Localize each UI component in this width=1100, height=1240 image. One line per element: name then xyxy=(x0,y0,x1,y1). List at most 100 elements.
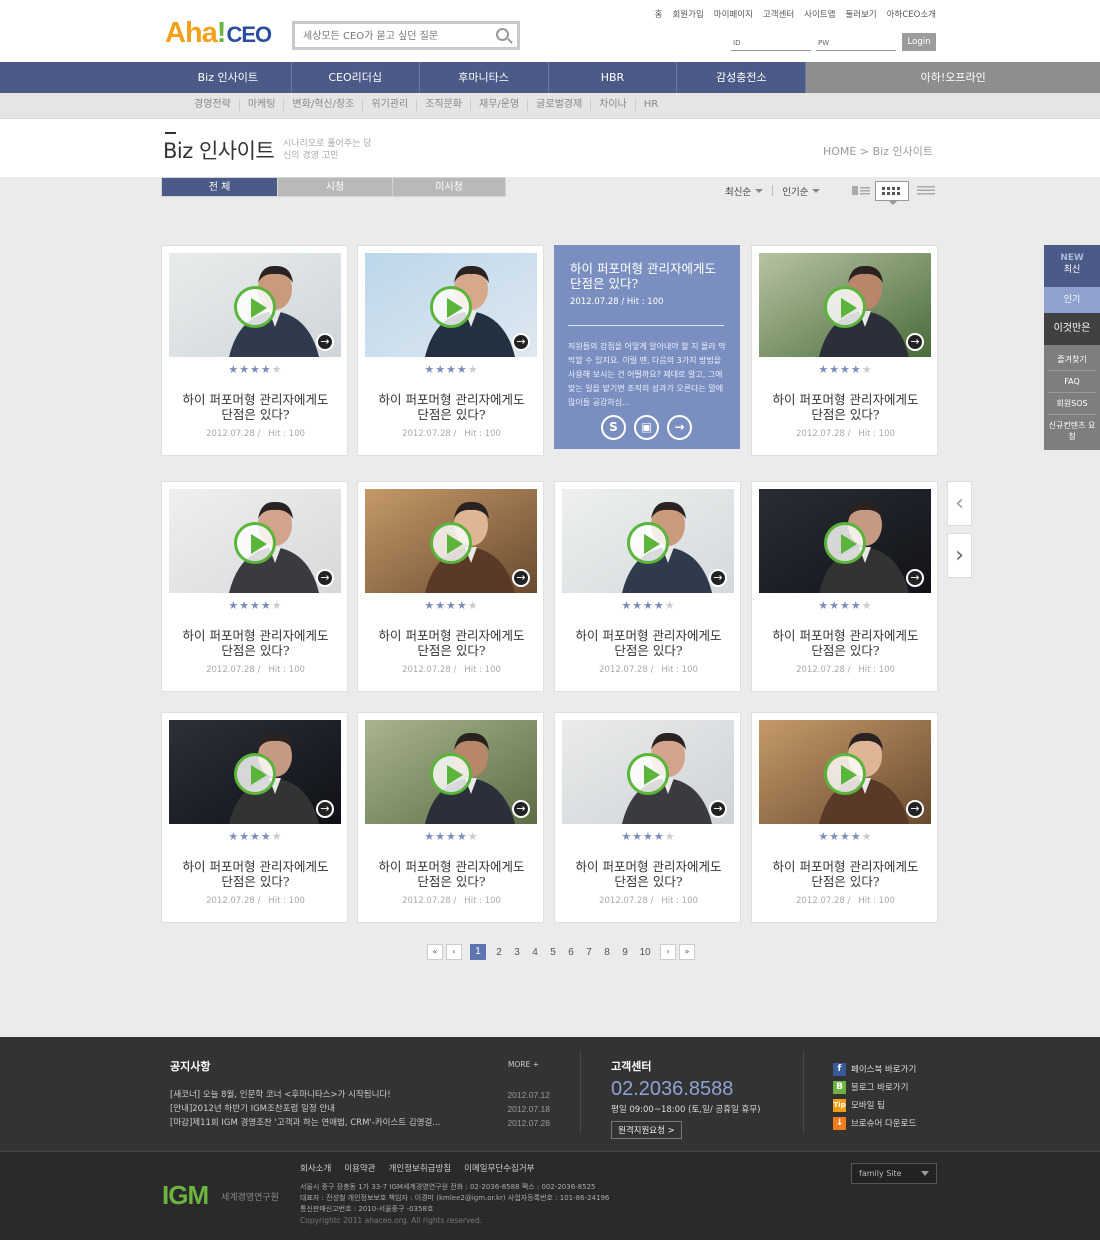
video-card[interactable]: → ★★★★★ 하이 퍼포머형 관리자에게도 단점은 있다? 2012.07.28 /… xyxy=(161,245,348,456)
play-icon[interactable] xyxy=(234,522,276,564)
video-title[interactable]: 하이 퍼포머형 관리자에게도 단점은 있다? xyxy=(752,859,939,889)
page-number[interactable]: 6 xyxy=(562,947,580,958)
quick-latest[interactable]: NEW 최신 xyxy=(1044,245,1100,287)
video-card[interactable]: → ★★★★★ 하이 퍼포머형 관리자에게도 단점은 있다? 2012.07.28 /… xyxy=(751,481,938,692)
lnb-item[interactable]: HR xyxy=(636,99,666,111)
lnb-item[interactable]: 마케팅 xyxy=(240,99,285,111)
util-link[interactable]: 사이트맵 xyxy=(804,8,835,20)
gnb-item-1[interactable]: CEO리더십 xyxy=(292,62,420,93)
video-card[interactable]: → ★★★★★ 하이 퍼포머형 관리자에게도 단점은 있다? 2012.07.28 /… xyxy=(751,712,938,923)
lnb-item[interactable]: 차이나 xyxy=(591,99,636,111)
last-page-icon[interactable]: » xyxy=(679,944,695,960)
video-card[interactable]: → ★★★★★ 하이 퍼포머형 관리자에게도 단점은 있다? 2012.07.28 /… xyxy=(161,712,348,923)
arrow-circle-icon[interactable]: → xyxy=(906,569,924,587)
video-thumbnail[interactable]: → xyxy=(759,489,931,593)
play-icon[interactable] xyxy=(627,753,669,795)
video-card[interactable]: → ★★★★★ 하이 퍼포머형 관리자에게도 단점은 있다? 2012.07.28 /… xyxy=(751,245,938,456)
family-site-select[interactable]: family Site xyxy=(851,1163,937,1184)
grid-view-icon[interactable] xyxy=(875,181,909,205)
login-button[interactable]: Login xyxy=(902,33,936,51)
video-thumbnail[interactable]: → xyxy=(169,253,341,357)
video-title[interactable]: 하이 퍼포머형 관리자에게도 단점은 있다? xyxy=(162,859,349,889)
page-number[interactable]: 4 xyxy=(526,947,544,958)
quick-sos[interactable]: 회원SOS xyxy=(1048,393,1096,415)
lnb-item[interactable]: 경영전략 xyxy=(186,99,240,111)
list-thumb-view-icon[interactable] xyxy=(849,181,873,199)
util-link[interactable]: 고객센터 xyxy=(763,8,794,20)
video-title[interactable]: 하이 퍼포머형 관리자에게도 단점은 있다? xyxy=(358,859,545,889)
notice-text[interactable]: [마감]제11회 IGM 경영조찬 '고객과 하는 연애법, CRM'-카이스트… xyxy=(170,1116,440,1130)
quick-bookmark[interactable]: 즐겨찾기 xyxy=(1048,349,1096,371)
pw-field[interactable] xyxy=(833,41,894,50)
lnb-item[interactable]: 재무/운영 xyxy=(471,99,529,111)
play-icon[interactable] xyxy=(824,753,866,795)
play-icon[interactable] xyxy=(234,753,276,795)
arrow-circle-icon[interactable]: → xyxy=(316,800,334,818)
arrow-circle-icon[interactable]: → xyxy=(512,800,530,818)
igm-logo[interactable]: IGM xyxy=(162,1180,209,1211)
notice-item[interactable]: [마감]제11회 IGM 경영조찬 '고객과 하는 연애법, CRM'-카이스트… xyxy=(170,1116,550,1130)
notice-item[interactable]: [안내]2012년 하반기 IGM조찬포럼 일정 안내 2012.07.18 xyxy=(170,1102,550,1116)
notice-more[interactable]: MORE + xyxy=(508,1060,539,1069)
list-view-icon[interactable] xyxy=(914,181,938,199)
next-page-icon[interactable]: › xyxy=(660,944,676,960)
video-card[interactable]: → ★★★★★ 하이 퍼포머형 관리자에게도 단점은 있다? 2012.07.28 /… xyxy=(161,481,348,692)
video-thumbnail[interactable]: → xyxy=(365,489,537,593)
arrow-right-icon[interactable]: → xyxy=(667,415,692,440)
video-card[interactable]: → ★★★★★ 하이 퍼포머형 관리자에게도 단점은 있다? 2012.07.28 /… xyxy=(554,712,741,923)
video-title[interactable]: 하이 퍼포머형 관리자에게도 단점은 있다? xyxy=(162,392,349,422)
video-title[interactable]: 하이 퍼포머형 관리자에게도 단점은 있다? xyxy=(358,628,545,658)
play-icon[interactable] xyxy=(824,522,866,564)
video-title[interactable]: 하이 퍼포머형 관리자에게도 단점은 있다? xyxy=(358,392,545,422)
video-thumbnail[interactable]: → xyxy=(169,720,341,824)
util-link[interactable]: 홈 xyxy=(655,8,663,20)
play-icon[interactable] xyxy=(627,522,669,564)
gift-icon[interactable]: ▣ xyxy=(634,415,659,440)
lnb-item[interactable]: 조직문화 xyxy=(417,99,471,111)
tab-watched[interactable]: 시청 xyxy=(277,177,393,197)
util-link[interactable]: 회원가입 xyxy=(672,8,703,20)
video-title[interactable]: 하이 퍼포머형 관리자에게도 단점은 있다? xyxy=(555,859,742,889)
video-title[interactable]: 하이 퍼포머형 관리자에게도 단점은 있다? xyxy=(752,392,939,422)
video-card[interactable]: → ★★★★★ 하이 퍼포머형 관리자에게도 단점은 있다? 2012.07.28 /… xyxy=(554,481,741,692)
mobile-tip-link[interactable]: Tip 모바일 팁 xyxy=(833,1096,916,1114)
video-thumbnail[interactable]: → xyxy=(759,720,931,824)
arrow-circle-icon[interactable]: → xyxy=(512,569,530,587)
arrow-circle-icon[interactable]: → xyxy=(316,333,334,351)
video-thumbnail[interactable]: → xyxy=(365,253,537,357)
first-page-icon[interactable]: « xyxy=(427,944,443,960)
gnb-item-2[interactable]: 후마니타스 xyxy=(420,62,549,93)
video-thumbnail[interactable]: → xyxy=(169,489,341,593)
tab-all[interactable]: 전 체 xyxy=(161,177,278,197)
gnb-item-5[interactable]: 아하!오프라인 xyxy=(806,62,1100,93)
notice-text[interactable]: [안내]2012년 하반기 IGM조찬포럼 일정 안내 xyxy=(170,1102,335,1116)
remote-support-button[interactable]: 원격지원요청 > xyxy=(611,1121,682,1139)
quick-popular[interactable]: 인기 xyxy=(1044,287,1100,313)
gnb-item-4[interactable]: 감성충전소 xyxy=(677,62,807,93)
util-link[interactable]: 아하CEO소개 xyxy=(887,8,936,20)
blog-link[interactable]: B 블로그 바로가기 xyxy=(833,1078,916,1096)
quick-must[interactable]: 이것만은 xyxy=(1044,313,1100,345)
footer-link[interactable]: 개인정보취급방침 xyxy=(389,1162,452,1174)
lnb-item[interactable]: 위기관리 xyxy=(363,99,418,111)
lnb-item[interactable]: 변화/혁신/창조 xyxy=(284,99,364,111)
video-title[interactable]: 하이 퍼포머형 관리자에게도 단점은 있다? xyxy=(752,628,939,658)
tab-unwatched[interactable]: 미시청 xyxy=(392,177,506,197)
util-link[interactable]: 마이페이지 xyxy=(714,8,753,20)
next-arrow-icon[interactable]: › xyxy=(947,533,972,578)
footer-link[interactable]: 회사소개 xyxy=(300,1162,331,1174)
util-link[interactable]: 둘러보기 xyxy=(845,8,876,20)
arrow-circle-icon[interactable]: → xyxy=(906,800,924,818)
sort-latest[interactable]: 최신순 xyxy=(725,184,763,198)
id-field[interactable] xyxy=(744,41,805,50)
prev-arrow-icon[interactable]: ‹ xyxy=(947,481,972,526)
video-card[interactable]: → ★★★★★ 하이 퍼포머형 관리자에게도 단점은 있다? 2012.07.28 /… xyxy=(357,481,544,692)
page-number[interactable]: 1 xyxy=(470,944,486,960)
play-icon[interactable] xyxy=(234,286,276,328)
arrow-circle-icon[interactable]: → xyxy=(709,800,727,818)
quick-faq[interactable]: FAQ xyxy=(1048,371,1096,393)
arrow-circle-icon[interactable]: → xyxy=(316,569,334,587)
video-title[interactable]: 하이 퍼포머형 관리자에게도 단점은 있다? xyxy=(555,628,742,658)
page-number[interactable]: 9 xyxy=(616,947,634,958)
page-number[interactable]: 5 xyxy=(544,947,562,958)
